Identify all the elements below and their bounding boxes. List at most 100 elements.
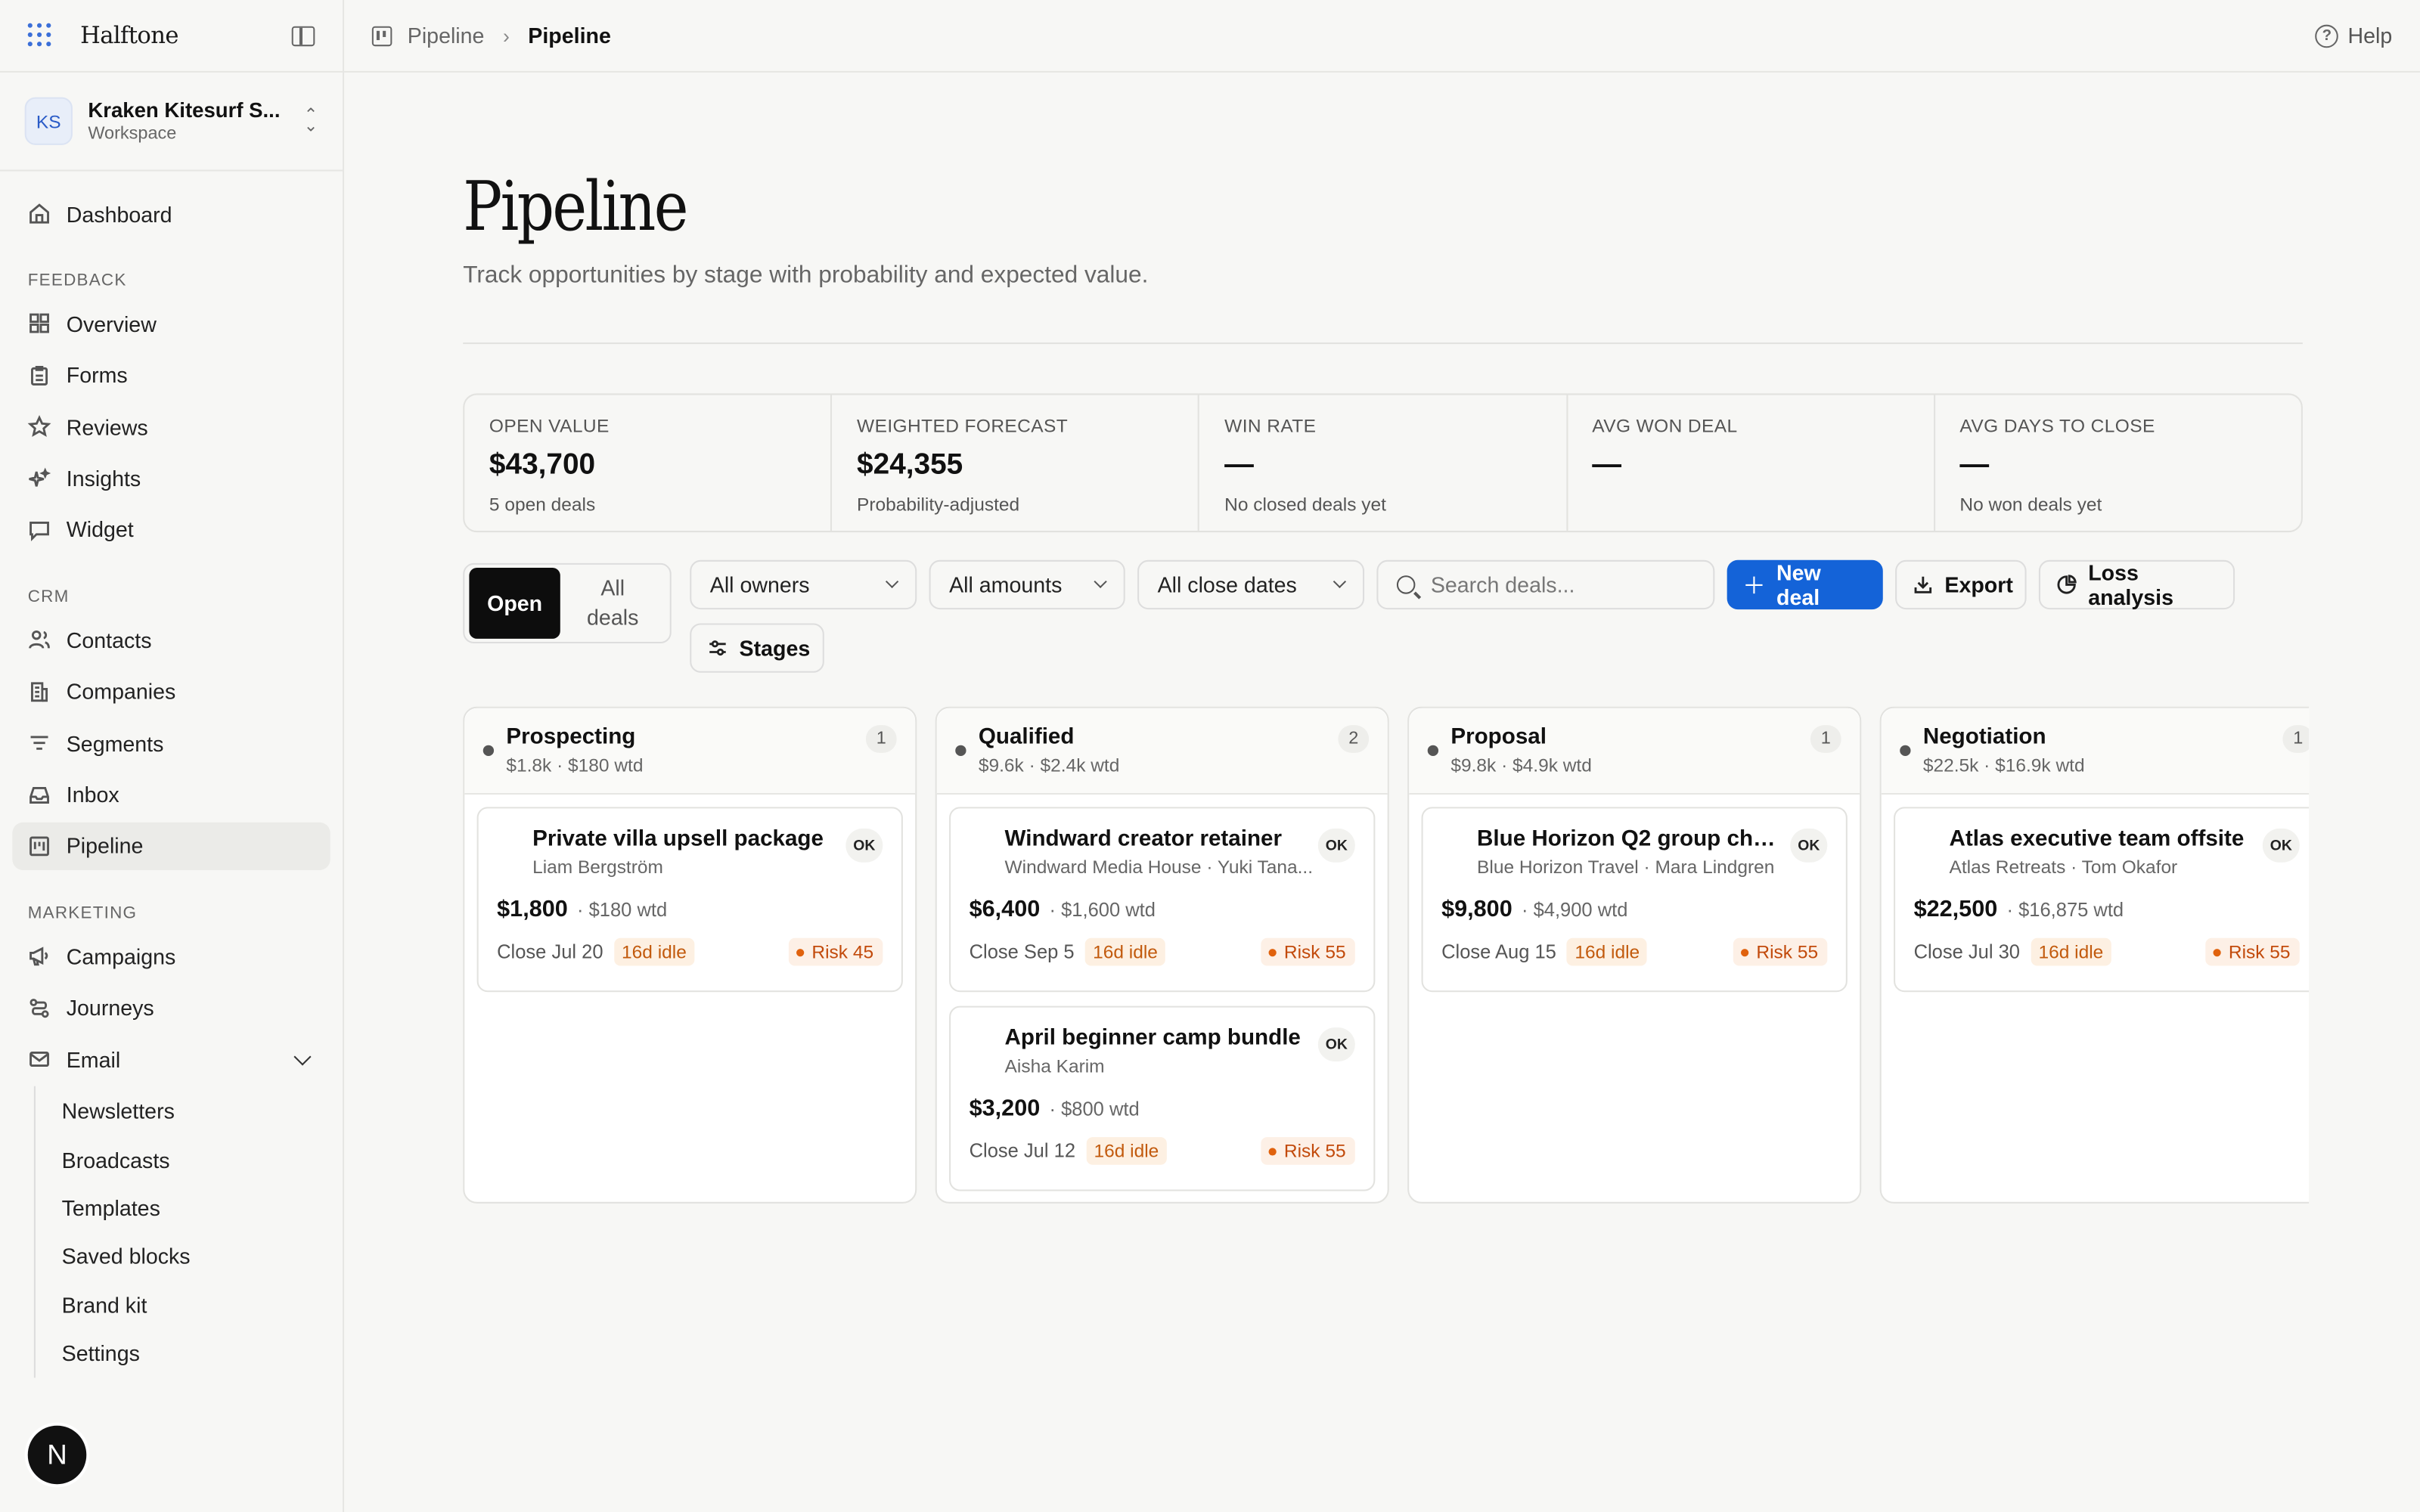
- main-content: Pipeline Track opportunities by stage wi…: [463, 73, 2309, 673]
- sidebar-item-widget[interactable]: Widget: [12, 506, 330, 553]
- deal-card[interactable]: Blue Horizon Q2 group charter Blue Horiz…: [1421, 807, 1848, 993]
- deal-title: Atlas executive team offsite: [1949, 826, 2245, 852]
- stage-column-prospecting: Prospecting $1.8k · $180 wtd 1 Private v…: [463, 706, 917, 1204]
- building-icon: [28, 680, 51, 703]
- sidebar-toggle-icon[interactable]: [291, 25, 315, 46]
- new-deal-button[interactable]: ＋ New deal: [1727, 559, 1883, 610]
- stat-win-rate: WIN RATE — No closed deals yet: [1200, 395, 1568, 531]
- stat-value: —: [1959, 448, 1990, 482]
- sidebar-nav: Dashboard FEEDBACK Overview Forms Review…: [0, 172, 343, 1396]
- help-label: Help: [2347, 23, 2393, 48]
- idle-badge: 16d idle: [613, 937, 695, 966]
- owner-filter-select[interactable]: All owners: [690, 559, 917, 610]
- route-icon: [28, 996, 51, 1020]
- mail-icon: [28, 1048, 51, 1071]
- sidebar-item-journeys[interactable]: Journeys: [12, 984, 330, 1031]
- deal-contact: Liam Bergström: [532, 856, 663, 878]
- stat-value: $43,700: [489, 448, 596, 482]
- stage-meta: $1.8k · $180 wtd: [506, 754, 644, 776]
- subnav-item-settings[interactable]: Settings: [62, 1329, 330, 1377]
- inbox-icon: [28, 783, 51, 807]
- deal-contact: Aisha Karim: [1004, 1055, 1105, 1077]
- stage-count-badge: 2: [1338, 725, 1370, 753]
- deal-amount: $6,400: [969, 896, 1041, 923]
- filter-lines-icon: [28, 732, 51, 755]
- sidebar-item-insights[interactable]: Insights: [12, 454, 330, 502]
- subnav-item-saved-blocks[interactable]: Saved blocks: [62, 1232, 330, 1281]
- sidebar-item-label: Journeys: [66, 995, 154, 1021]
- segment-all-deals[interactable]: All deals: [560, 568, 666, 639]
- stage-dot: [482, 745, 495, 756]
- subnav-item-newsletters[interactable]: Newsletters: [62, 1087, 330, 1136]
- subnav-item-templates[interactable]: Templates: [62, 1184, 330, 1232]
- health-badge: OK: [1317, 828, 1355, 863]
- sidebar-item-pipeline[interactable]: Pipeline: [12, 822, 330, 870]
- app-launcher-icon[interactable]: [27, 23, 53, 48]
- filter-toolbar: Open All deals All owners All amounts Al…: [463, 546, 2309, 673]
- stat-label: OPEN VALUE: [489, 414, 610, 437]
- deal-title: Blue Horizon Q2 group charter: [1477, 826, 1786, 852]
- sidebar-item-label: Dashboard: [66, 201, 172, 226]
- dev-tools-button[interactable]: N: [27, 1425, 87, 1485]
- amount-filter-select[interactable]: All amounts: [929, 559, 1125, 610]
- brand-row: Halftone: [0, 0, 343, 73]
- loss-analysis-button[interactable]: Loss analysis: [2038, 559, 2235, 610]
- stage-dot: [955, 745, 966, 756]
- sidebar-item-inbox[interactable]: Inbox: [12, 770, 330, 818]
- stages-button[interactable]: Stages: [690, 623, 824, 673]
- stage-title: Qualified: [978, 725, 1075, 750]
- sidebar-item-overview[interactable]: Overview: [12, 300, 330, 348]
- stage-header: Negotiation $22.5k · $16.9k wtd 1: [1881, 708, 2310, 795]
- breadcrumb-parent[interactable]: Pipeline: [408, 23, 485, 48]
- risk-badge: Risk 55: [2205, 937, 2300, 966]
- deal-weighted: · $4,900 wtd: [1522, 899, 1628, 922]
- kanban-icon: [28, 835, 51, 858]
- stat-label: AVG DAYS TO CLOSE: [1959, 414, 2155, 437]
- stage-header: Qualified $9.6k · $2.4k wtd 2: [936, 708, 1388, 795]
- sidebar-item-contacts[interactable]: Contacts: [12, 616, 330, 664]
- stat-sub: No closed deals yet: [1224, 494, 1386, 516]
- health-badge: OK: [2262, 828, 2300, 863]
- deal-card[interactable]: Private villa upsell package Liam Bergst…: [476, 807, 903, 993]
- sidebar-item-forms[interactable]: Forms: [12, 352, 330, 399]
- sidebar-item-companies[interactable]: Companies: [12, 668, 330, 715]
- deal-card[interactable]: Windward creator retainer Windward Media…: [949, 807, 1376, 993]
- close-date-filter-select[interactable]: All close dates: [1137, 559, 1365, 610]
- sidebar-item-email[interactable]: Email: [12, 1036, 330, 1083]
- sidebar-item-label: Companies: [66, 679, 176, 705]
- sparkles-icon: [28, 466, 51, 490]
- help-button[interactable]: ? Help: [2315, 23, 2393, 48]
- page-subtitle: Track opportunities by stage with probab…: [463, 262, 1149, 289]
- stat-sub: Probability-adjusted: [857, 494, 1020, 516]
- stage-count-badge: 1: [1810, 725, 1841, 753]
- deal-card[interactable]: Atlas executive team offsite Atlas Retre…: [1894, 807, 2310, 993]
- stage-column-qualified: Qualified $9.6k · $2.4k wtd 2 Windward c…: [935, 706, 1389, 1204]
- deal-card[interactable]: April beginner camp bundle Aisha Karim O…: [949, 1005, 1376, 1191]
- workspace-switcher[interactable]: KS Kraken Kitesurf S... Workspace ⌃ ⌄: [0, 73, 343, 172]
- sidebar-item-dashboard[interactable]: Dashboard: [12, 190, 330, 237]
- search-field[interactable]: [1376, 559, 1715, 610]
- nav-section-crm: CRM: [27, 588, 70, 607]
- sidebar-item-reviews[interactable]: Reviews: [12, 403, 330, 451]
- chevron-down-icon[interactable]: [293, 1047, 312, 1065]
- stages-label: Stages: [739, 635, 811, 661]
- subnav-item-brand-kit[interactable]: Brand kit: [62, 1281, 330, 1329]
- status-segmented-control: Open All deals: [463, 562, 672, 644]
- export-button[interactable]: Export: [1895, 559, 2027, 610]
- deal-weighted: · $180 wtd: [577, 899, 668, 922]
- help-circle-icon: ?: [2315, 23, 2339, 48]
- stat-value: —: [1592, 448, 1622, 482]
- grid-icon: [28, 312, 51, 336]
- stat-label: WEIGHTED FORECAST: [857, 414, 1069, 437]
- sidebar-item-segments[interactable]: Segments: [12, 719, 330, 767]
- amount-filter-value: All amounts: [949, 572, 1063, 597]
- sidebar-item-campaigns[interactable]: Campaigns: [12, 932, 330, 980]
- stats-bar: OPEN VALUE $43,700 5 open deals WEIGHTED…: [463, 393, 2303, 533]
- deal-close-date: Close Sep 5: [969, 940, 1075, 963]
- risk-badge: Risk 55: [1261, 937, 1355, 966]
- chevron-down-icon: [1094, 575, 1107, 589]
- star-icon: [27, 415, 51, 438]
- search-input[interactable]: [1430, 572, 1693, 597]
- subnav-item-broadcasts[interactable]: Broadcasts: [62, 1136, 330, 1184]
- segment-open[interactable]: Open: [469, 568, 560, 639]
